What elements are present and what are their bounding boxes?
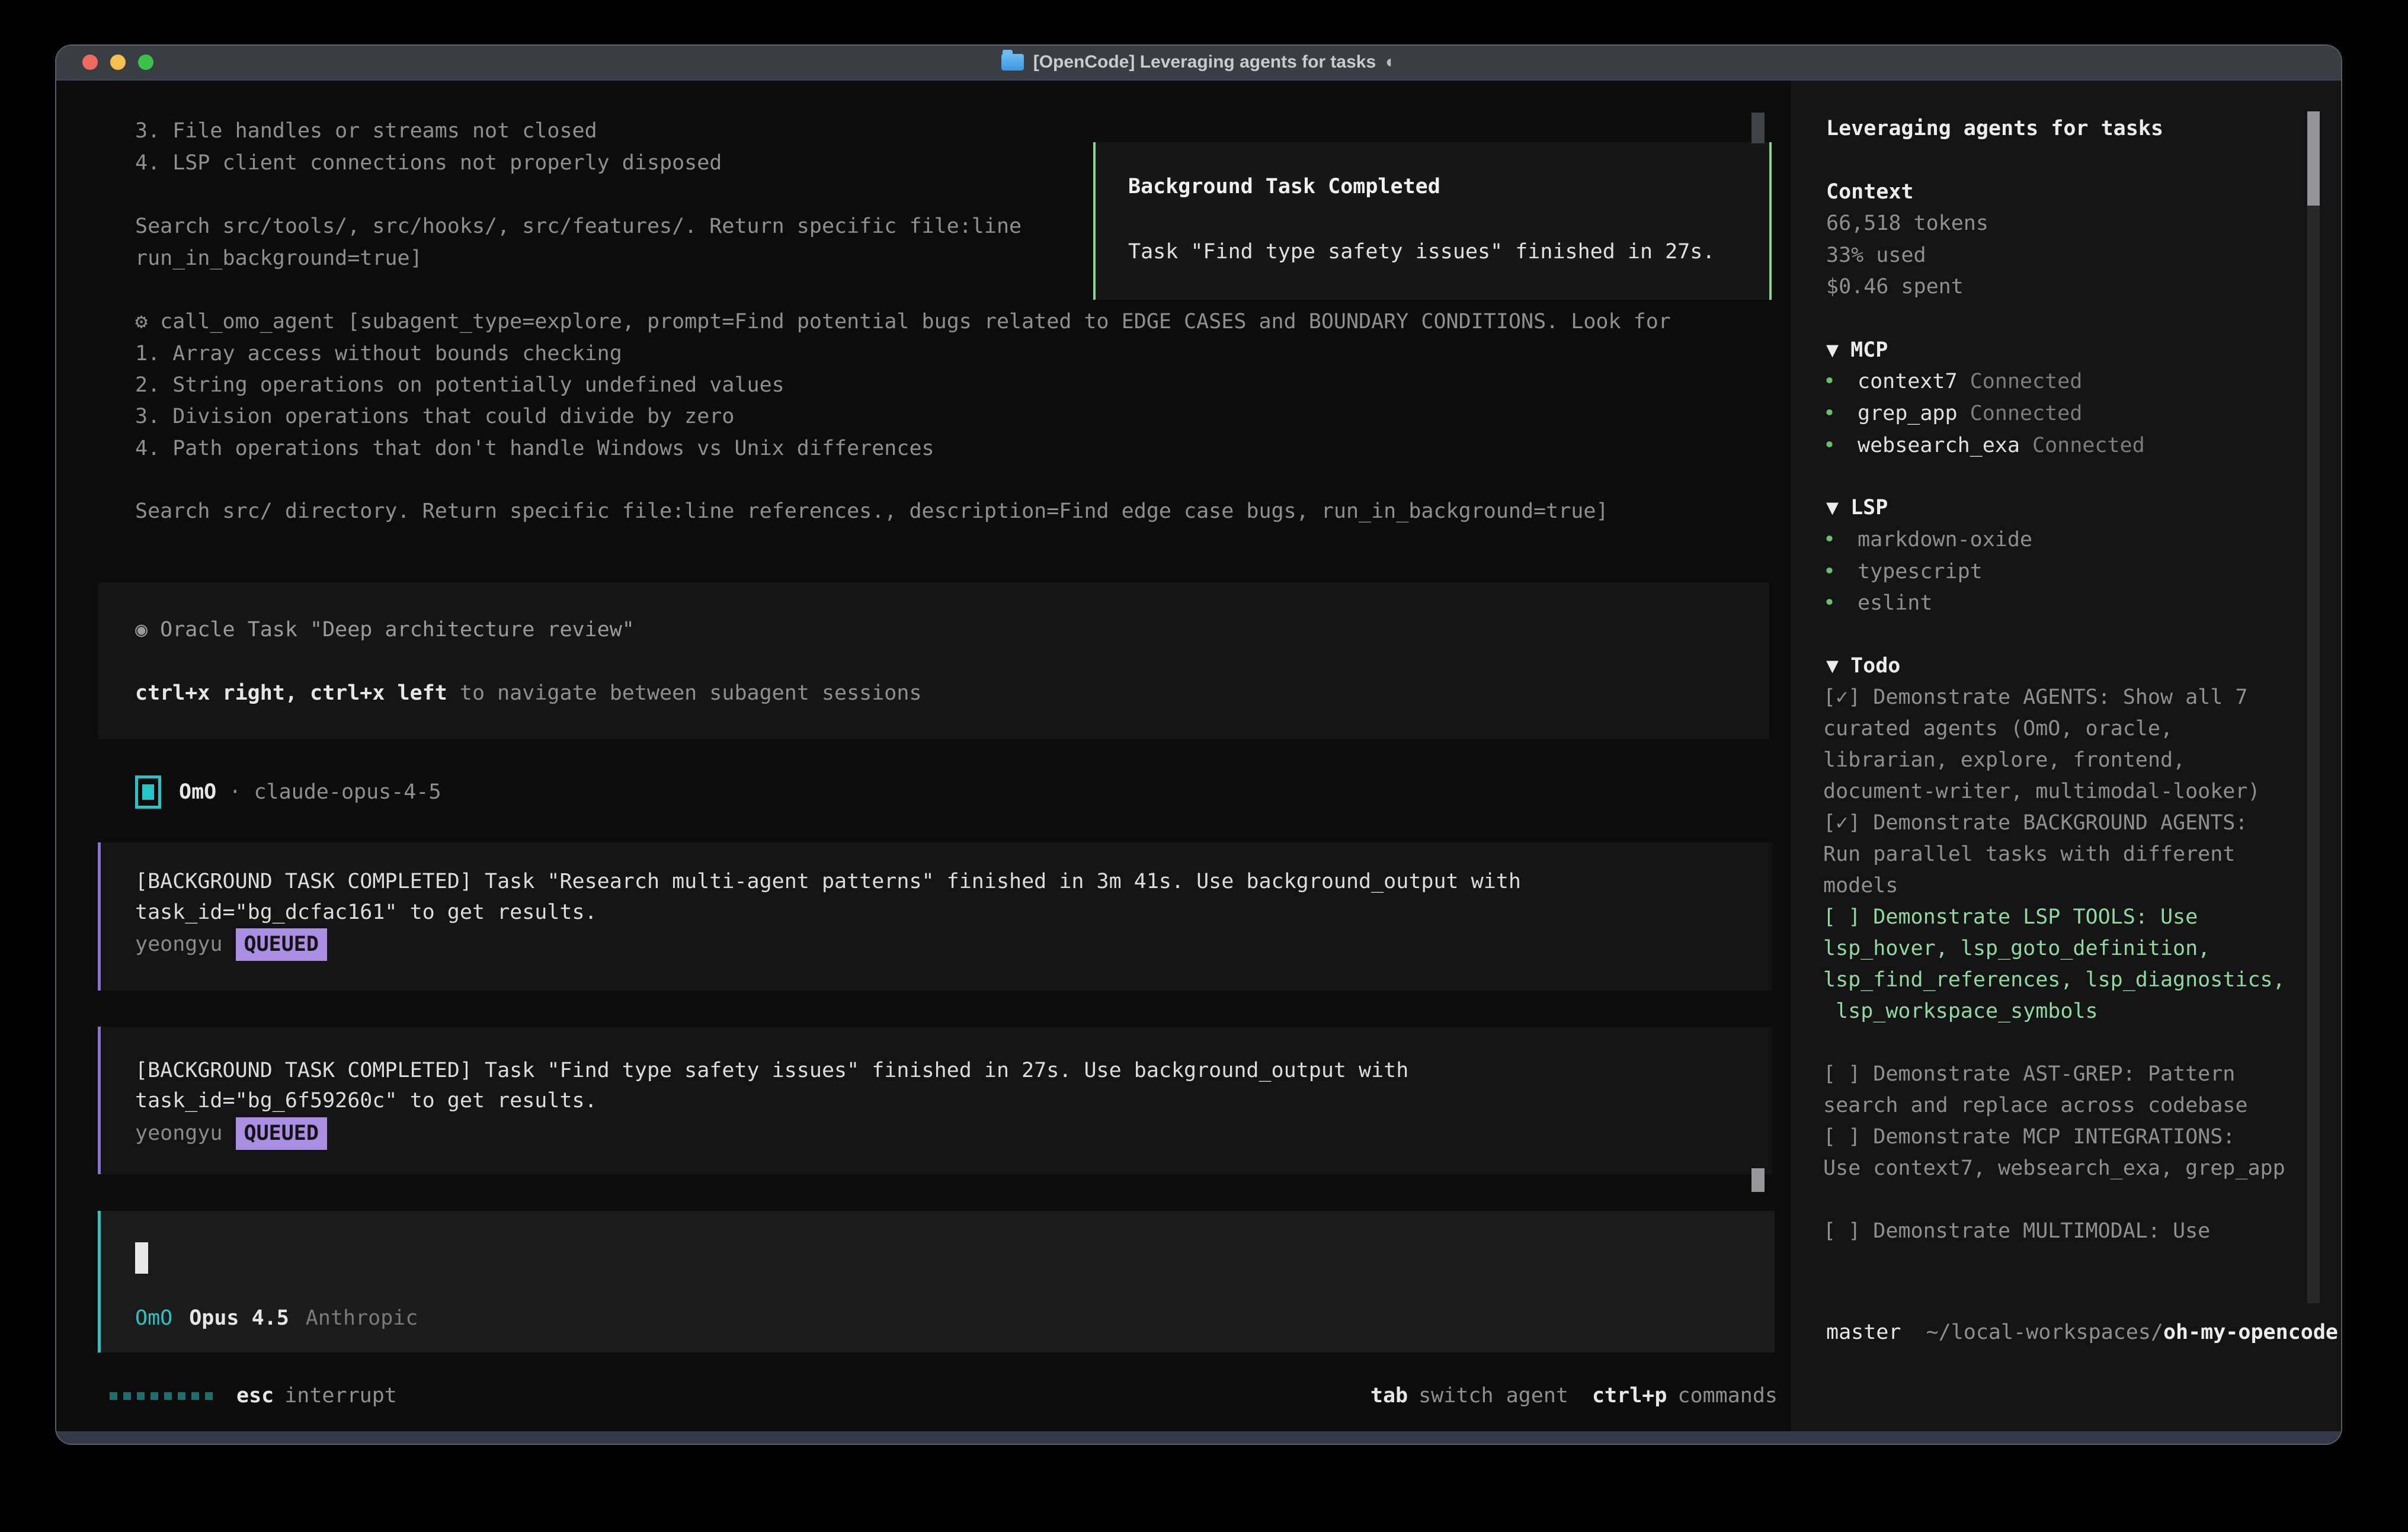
checkbox-checked-icon: [✓] [1823,685,1873,709]
bullet-icon: • [1823,430,1858,461]
toast-title: Background Task Completed [1128,171,1440,203]
chevron-down-icon: ▼ [1826,492,1839,524]
bullet-icon: • [1823,366,1858,398]
checkbox-empty-icon: [ ] [1823,1062,1873,1086]
session-title: Leveraging agents for tasks [1826,113,2163,145]
terminal-scrollbar-thumb[interactable] [1751,1168,1765,1192]
title-bar: [OpenCode] Leveraging agents for tasks ◐ [56,46,2341,81]
esc-key-label: esc [236,1380,274,1412]
agent-model: claude-opus-4-5 [254,777,441,808]
lsp-item: • typescript [1823,556,1983,588]
status-badge: QUEUED [236,928,327,961]
oracle-task-title: Oracle Task "Deep architecture review" [148,618,635,642]
todo-item-done: [✓] Demonstrate AGENTS: Show all 7 curat… [1823,682,2321,807]
scrollback-line: Search src/tools/, src/hooks/, src/featu… [135,211,1022,242]
chevron-down-icon: ▼ [1826,650,1839,682]
esc-action-label: interrupt [284,1380,397,1412]
scrollback-line: 3. File handles or streams not closed [135,116,597,147]
session-half-circle-icon: ◐ [1385,52,1396,72]
tab-key-label: tab [1370,1380,1408,1412]
checkbox-empty-icon: [ ] [1823,1219,1873,1243]
input-agent-name: OmO [135,1303,172,1334]
input-model: Opus 4.5 [189,1303,289,1334]
tool-call-list-item: 3. Division operations that could divide… [135,401,734,432]
checkbox-empty-icon: [ ] [1823,905,1873,929]
toast-body: Task "Find type safety issues" finished … [1128,236,1715,268]
message-text: task_id="bg_6f59260c" to get results. [135,1085,597,1117]
folder-icon [1001,54,1024,70]
oracle-task-box: ◉ Oracle Task "Deep architecture review"… [98,582,1769,739]
checkbox-empty-icon: [ ] [1823,1125,1873,1149]
workspace-path: ~/local-workspaces/oh-my-opencode: [1826,1286,2341,1380]
message-text: task_id="bg_dcfac161" to get results. [135,897,597,928]
todo-list: [✓] Demonstrate AGENTS: Show all 7 curat… [1823,682,2321,1247]
tool-call-tail: Search src/ directory. Return specific f… [135,496,1608,527]
background-task-message: [BACKGROUND TASK COMPLETED] Task "Resear… [98,842,1772,991]
tool-call-name: call_omo_agent [160,310,335,334]
tool-call-list-item: 1. Array access without bounds checking [135,338,622,370]
separator-dot: · [216,777,254,808]
scrollback-line: run_in_background=true] [135,243,422,274]
context-spent: $0.46 spent [1826,271,1964,303]
shortcut-bar: esc interrupt tab switch agent ctrl+p co… [56,1380,1791,1412]
todo-item-pending: [ ] Demonstrate AST-GREP: Pattern search… [1823,1059,2321,1121]
background-task-toast: Background Task Completed Task "Find typ… [1093,142,1772,300]
agent-name: OmO [179,777,216,808]
message-author: yeongyu [135,1118,223,1149]
input-provider: Anthropic [306,1303,418,1334]
mcp-section-header[interactable]: ▼ MCP [1826,335,1888,366]
tool-call-list-item: 4. Path operations that don't handle Win… [135,433,934,464]
message-text: [BACKGROUND TASK COMPLETED] Task "Resear… [135,866,1521,898]
session-sidebar: Leveraging agents for tasks Context 66,5… [1791,81,2341,1431]
window-title: [OpenCode] Leveraging agents for tasks [1033,52,1376,72]
todo-item-pending: [ ] Demonstrate MCP INTEGRATIONS: Use co… [1823,1121,2321,1184]
todo-item-done: [✓] Demonstrate BACKGROUND AGENTS: Run p… [1823,807,2321,902]
tool-call-args: [subagent_type=explore, prompt=Find pote… [335,310,1671,334]
bullet-icon: • [1823,588,1858,619]
todo-item-pending: [ ] Demonstrate MULTIMODAL: Use [1823,1216,2321,1247]
agent-square-icon [135,775,161,809]
message-text: [BACKGROUND TASK COMPLETED] Task "Find t… [135,1055,1408,1086]
terminal-pane: 3. File handles or streams not closed 4.… [56,81,1791,1431]
terminal-scrollbar-segment[interactable] [1751,113,1765,143]
context-tokens: 66,518 tokens [1826,208,1988,239]
tool-call-line: ⚙ call_omo_agent [subagent_type=explore,… [135,306,1671,338]
bullet-icon: • [1823,556,1858,588]
activity-dots-icon [110,1392,213,1400]
window-bottom-bar [56,1431,2341,1444]
mcp-item: • grep_app Connected [1823,398,2082,430]
bullet-icon: • [1823,524,1858,556]
status-badge: QUEUED [236,1117,327,1150]
mcp-item: • context7 Connected [1823,366,2082,398]
chevron-down-icon: ▼ [1826,335,1839,366]
ctrlp-key-label: ctrl+p [1592,1380,1667,1412]
mcp-item: • websearch_exa Connected [1823,430,2145,461]
background-task-message: [BACKGROUND TASK COMPLETED] Task "Find t… [98,1027,1772,1174]
tool-call-list-item: 2. String operations on potentially unde… [135,370,784,401]
sidebar-scrollbar-track[interactable] [2307,111,2320,1303]
todo-section-header[interactable]: ▼ Todo [1826,650,1900,682]
text-cursor [135,1242,148,1274]
gear-icon: ⚙ [135,310,148,334]
app-window: [OpenCode] Leveraging agents for tasks ◐… [56,46,2341,1444]
context-heading: Context [1826,177,1914,208]
context-used: 33% used [1826,240,1926,271]
todo-item-active: [ ] Demonstrate LSP TOOLS: Use lsp_hover… [1823,902,2321,1027]
shortcut-keys: ctrl+x right, ctrl+x left [135,681,447,705]
agent-header: OmO · claude-opus-4-5 [135,775,441,809]
shortcut-hint: to navigate between subagent sessions [447,681,922,705]
lsp-item: • eslint [1823,588,1932,619]
checkbox-checked-icon: [✓] [1823,811,1873,835]
prompt-input[interactable]: OmO Opus 4.5 Anthropic [98,1211,1775,1352]
lsp-section-header[interactable]: ▼ LSP [1826,492,1888,524]
workspace-branch: master [1826,1317,1901,1348]
lsp-item: • markdown-oxide [1823,524,2032,556]
bullet-icon: • [1823,398,1858,430]
scrollback-line: 4. LSP client connections not properly d… [135,148,722,179]
message-author: yeongyu [135,929,223,960]
radio-dot-icon: ◉ [135,618,148,642]
sidebar-scrollbar-thumb[interactable] [2307,111,2320,206]
ctrlp-action-label: commands [1677,1380,1778,1412]
tab-action-label: switch agent [1418,1380,1568,1412]
